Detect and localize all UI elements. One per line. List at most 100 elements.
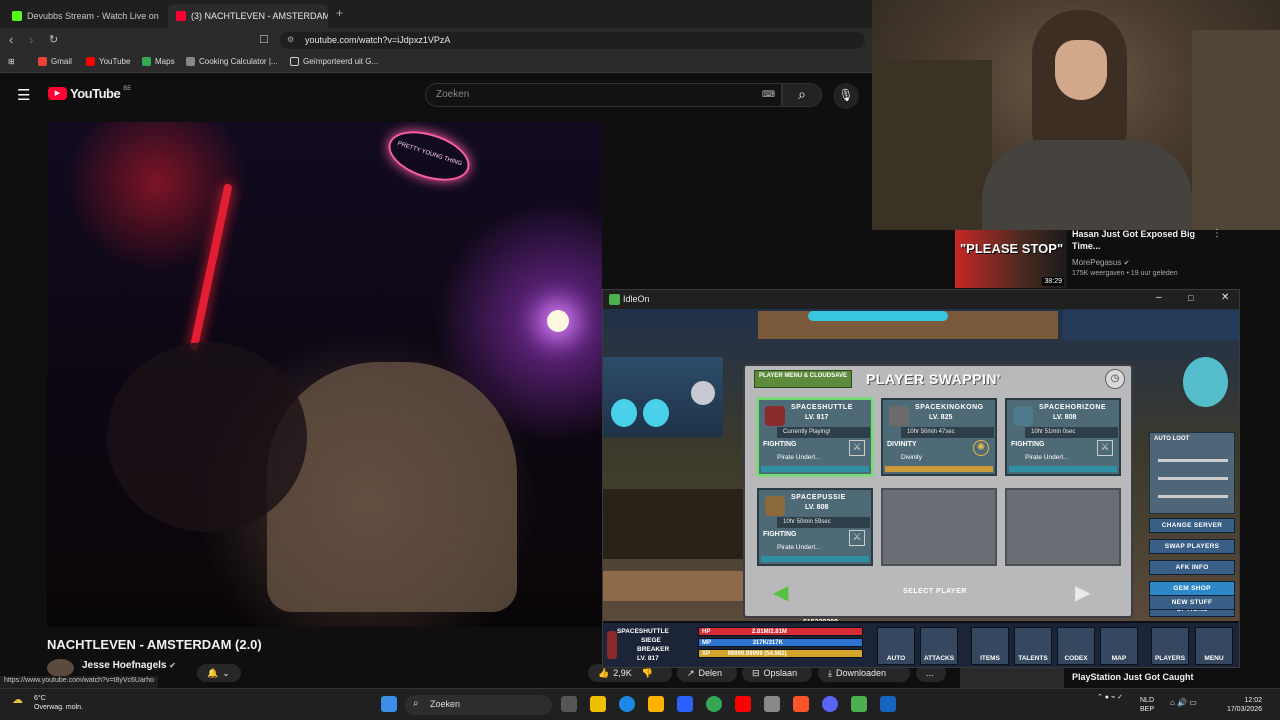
player-card[interactable]: SPACEHORIZONE LV. 808 10hr 51min 0sec FI… (1005, 398, 1121, 476)
map-button[interactable]: MAP (1100, 627, 1138, 665)
calculator-icon[interactable] (764, 696, 780, 712)
chrome-icon[interactable] (706, 696, 722, 712)
system-tray[interactable]: ⌃ ● ⌁ ✓ (1097, 693, 1123, 701)
keyboard-icon[interactable]: ⌨ (762, 89, 775, 100)
task-view-icon[interactable] (561, 696, 577, 712)
cooking-icon (186, 57, 195, 66)
hud-player-name: SPACESHUTTLE (617, 628, 669, 635)
hp-value: 2.81M/2.81M (751, 629, 787, 635)
players-button[interactable]: PLAYERS (1151, 627, 1189, 665)
youtube-icon (86, 57, 95, 66)
discord-icon[interactable] (822, 696, 838, 712)
auto-loot-panel[interactable]: AUTO LOOT (1149, 432, 1235, 514)
recommended-thumbnail-2[interactable] (960, 668, 1064, 688)
tab-youtube-active[interactable]: (3) NACHTLEVEN - AMSTERDAM ✕ (168, 4, 328, 28)
youtube-icon[interactable] (735, 696, 751, 712)
apps-icon[interactable]: ⊞ (8, 57, 15, 66)
maximize-icon[interactable]: □ (1188, 293, 1193, 303)
afk-info-button[interactable]: AFK INFO (1149, 560, 1235, 575)
file-explorer-icon[interactable] (590, 696, 606, 712)
url-field[interactable]: ⚙ youtube.com/watch?v=iJdpxz1VPzA (280, 32, 865, 49)
mail-icon[interactable] (677, 696, 693, 712)
new-tab-button[interactable]: + (336, 6, 343, 20)
background-wall (1192, 30, 1280, 230)
player-card[interactable]: SPACEPUSSIE LV. 808 10hr 50min 59sec FIG… (757, 488, 873, 566)
player-menu-cloudsave-button[interactable]: PLAYER MENU & CLOUDSAVE (754, 370, 852, 388)
site-info-icon[interactable]: ⚙ (287, 35, 294, 44)
more-vert-icon[interactable]: ⋮ (1212, 228, 1222, 239)
idleon-taskbar-icon[interactable] (851, 696, 867, 712)
volume-slider[interactable] (1158, 477, 1228, 480)
browser-tab-bar: Devubbs Stream - Watch Live on (3) NACHT… (0, 0, 872, 28)
back-icon[interactable]: ‹ (9, 32, 13, 47)
channel-avatar[interactable] (47, 659, 74, 677)
bell-icon: 🔔 (207, 667, 219, 678)
swap-players-button[interactable]: SWAP PLAYERS (1149, 539, 1235, 554)
minimize-icon[interactable]: – (1156, 292, 1162, 303)
bookmark-icon[interactable]: ☐ (259, 33, 269, 46)
auto-button[interactable]: AUTO (877, 627, 915, 665)
search-button[interactable]: ⌕ (782, 83, 822, 107)
close-window-icon[interactable]: ✕ (1221, 292, 1229, 303)
bookmark-youtube[interactable]: YouTube (86, 57, 130, 66)
change-server-button[interactable]: CHANGE SERVER (1149, 518, 1235, 533)
water-strip (808, 311, 948, 321)
recommended-title[interactable]: Hasan Just Got Exposed Big Time... (1072, 228, 1207, 252)
youtube-logo[interactable]: ▶ YouTube BE (48, 86, 131, 101)
forward-icon[interactable]: › (29, 32, 33, 47)
empty-player-slot[interactable] (1005, 488, 1121, 566)
bookmark-label: YouTube (99, 57, 131, 66)
taskbar-search[interactable]: ⌕ Zoeken (405, 695, 552, 715)
network-volume-battery-icons[interactable]: ⌂ 🔊 ▭ (1170, 698, 1197, 707)
previous-page-arrow-icon[interactable]: ◀ (773, 580, 801, 604)
player-card[interactable]: SPACESHUTTLE LV. 817 Currently Playing! … (757, 398, 873, 476)
volume-slider[interactable] (1158, 459, 1228, 462)
video-duration: 38:29 (1042, 277, 1064, 286)
next-page-arrow-icon[interactable]: ▶ (1075, 580, 1103, 604)
game-viewport[interactable]: 615320308 PLAYER MENU & CLOUDSAVE PLAYER… (603, 309, 1239, 626)
bookmark-cooking-calculator[interactable]: Cooking Calculator |... (186, 57, 278, 66)
tab-devubbs[interactable]: Devubbs Stream - Watch Live on (4, 4, 166, 28)
edge-icon[interactable] (619, 696, 635, 712)
youtube-icon (176, 11, 186, 21)
windows-start-icon[interactable] (381, 696, 397, 712)
timer-icon[interactable]: ◷ (1105, 369, 1125, 389)
player-status: Currently Playing! (777, 427, 870, 438)
channel-name[interactable]: Jesse Hoefnagels ✔ (82, 660, 176, 671)
codex-button[interactable]: CODEX (1057, 627, 1095, 665)
recommended-thumbnail[interactable]: "PLEASE STOP" 38:29 (955, 230, 1067, 288)
empty-player-slot[interactable] (881, 488, 997, 566)
bookmark-folder-imported[interactable]: Geïmporteerd uit G... (290, 57, 378, 66)
recommended-title-2[interactable]: PlayStation Just Got Caught (1072, 672, 1194, 682)
app-icon[interactable] (880, 696, 896, 712)
search-input[interactable]: Zoeken ⌨ (425, 83, 782, 107)
folder-icon[interactable] (648, 696, 664, 712)
menu-button[interactable]: MENU (1195, 627, 1233, 665)
video-title: NACHTLEVEN - AMSTERDAM (2.0) (47, 637, 262, 652)
player-card[interactable]: SPACEKINGKONG LV. 825 10hr 50min 47sec D… (881, 398, 997, 476)
gem-shop-button[interactable]: GEM SHOP (1149, 581, 1235, 596)
language-indicator[interactable]: NLD BEP (1140, 696, 1154, 714)
clock[interactable]: 12:02 17/03/2026 (1214, 696, 1262, 714)
talents-button[interactable]: TALENTS (1014, 627, 1052, 665)
crossed-swords-icon: ⚔ (849, 440, 865, 456)
dislike-icon[interactable]: 👎 (642, 668, 653, 679)
weather-widget[interactable]: ☁ 6°C Overwag. moln. (12, 694, 83, 712)
new-stuff-button[interactable]: NEW STUFF (1149, 595, 1235, 610)
tab-label: (3) NACHTLEVEN - AMSTERDAM (191, 11, 328, 21)
bookmark-gmail[interactable]: Gmail (38, 57, 72, 66)
hud-player-level: LV. 817 (637, 655, 659, 662)
menu-hamburger-icon[interactable]: ☰ (17, 86, 30, 104)
attacks-button[interactable]: ATTACKS (920, 627, 958, 665)
portal[interactable] (1183, 357, 1228, 407)
reload-icon[interactable]: ↻ (49, 33, 58, 46)
voice-search-button[interactable]: 🎙 (833, 83, 859, 109)
items-button[interactable]: ITEMS (971, 627, 1009, 665)
recommended-channel[interactable]: MorePegasus ✔ (1072, 258, 1129, 267)
video-player[interactable]: PRETTY YOUNG THING (47, 122, 602, 627)
volume-slider[interactable] (1158, 495, 1228, 498)
brave-icon[interactable] (793, 696, 809, 712)
subscribe-bell-button[interactable]: 🔔 ⌄ (197, 664, 241, 682)
logo-text: YouTube (70, 86, 121, 101)
bookmark-maps[interactable]: Maps (142, 57, 175, 66)
